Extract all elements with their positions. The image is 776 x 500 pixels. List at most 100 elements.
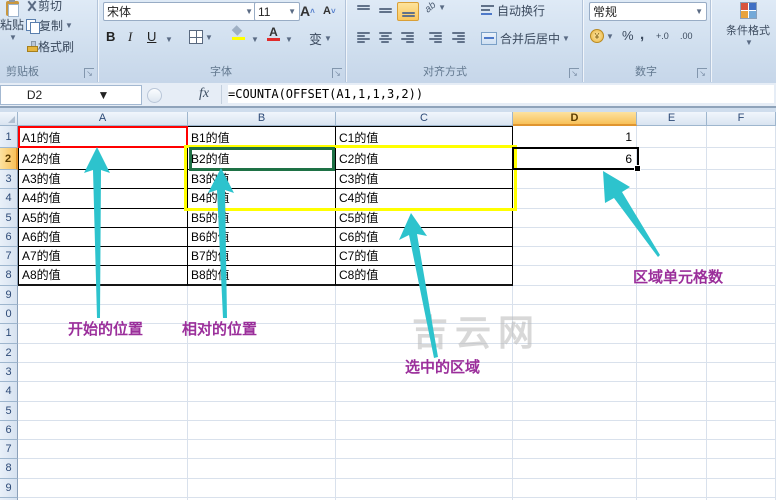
cell-f13[interactable] <box>707 362 776 383</box>
row-header-13[interactable]: 3 <box>0 362 18 383</box>
cell-a4[interactable]: A4的值 <box>18 189 188 209</box>
cell-f17[interactable] <box>707 440 776 460</box>
cell-e7[interactable] <box>637 247 707 267</box>
cell-f15[interactable] <box>707 401 776 421</box>
cell-f5[interactable] <box>707 208 776 228</box>
cell-c14[interactable] <box>336 382 513 402</box>
cell-c9[interactable] <box>336 285 513 306</box>
cell-a6[interactable]: A6的值 <box>18 227 188 248</box>
cell-d10[interactable] <box>513 305 637 325</box>
cell-b5[interactable]: B5的值 <box>188 208 336 228</box>
cell-c11[interactable] <box>336 324 513 344</box>
cell-c19[interactable] <box>336 478 513 499</box>
cell-e14[interactable] <box>637 382 707 402</box>
dialog-launcher-icon[interactable]: ↘ <box>569 68 579 78</box>
cell-f9[interactable] <box>707 285 776 306</box>
cell-b4[interactable]: B4的值 <box>188 189 336 209</box>
italic-button[interactable]: I <box>128 29 132 45</box>
align-middle-button[interactable] <box>375 2 395 19</box>
cell-a11[interactable] <box>18 324 188 344</box>
format-painter-button[interactable]: 格式刷 <box>26 38 74 55</box>
cell-c3[interactable]: C3的值 <box>336 170 513 190</box>
align-left-button[interactable] <box>353 29 373 46</box>
shrink-font-button[interactable]: A ˅ <box>323 5 336 17</box>
cell-b13[interactable] <box>188 362 336 383</box>
borders-button[interactable]: ▼ <box>189 30 213 44</box>
bold-button[interactable]: B <box>106 29 115 44</box>
cell-c1[interactable]: C1的值 <box>336 126 513 148</box>
cell-d5[interactable] <box>513 208 637 228</box>
dialog-launcher-icon[interactable]: ↘ <box>697 68 707 78</box>
merge-center-button[interactable]: 合并后居中 ▼ <box>481 30 570 47</box>
row-header-15[interactable]: 5 <box>0 401 18 421</box>
cell-f4[interactable] <box>707 189 776 209</box>
cell-e8[interactable] <box>637 266 707 286</box>
fill-color-button[interactable] <box>231 25 245 40</box>
font-name-combo[interactable]: 宋体 ▼ <box>103 2 257 21</box>
row-header-17[interactable]: 7 <box>0 440 18 460</box>
cell-a17[interactable] <box>18 440 188 460</box>
row-header-18[interactable]: 8 <box>0 459 18 479</box>
conditional-formatting-button[interactable]: 条件格式 ▼ <box>720 2 776 47</box>
cell-d13[interactable] <box>513 362 637 383</box>
cell-c18[interactable] <box>336 459 513 479</box>
cell-b3[interactable]: B3的值 <box>188 170 336 190</box>
percent-style-button[interactable]: % <box>622 28 634 43</box>
cell-e13[interactable] <box>637 362 707 383</box>
cell-c7[interactable]: C7的值 <box>336 247 513 267</box>
cell-d6[interactable] <box>513 227 637 248</box>
cell-d8[interactable] <box>513 266 637 286</box>
font-size-combo[interactable]: 11 ▼ <box>254 2 300 21</box>
number-format-combo[interactable]: 常规 ▼ <box>589 2 707 21</box>
cell-d1[interactable]: 1 <box>513 126 637 148</box>
cell-c10[interactable] <box>336 305 513 325</box>
align-bottom-button[interactable] <box>397 2 419 21</box>
wrap-text-button[interactable]: 自动换行 <box>481 2 545 19</box>
cell-d2[interactable]: 6 <box>513 148 637 170</box>
cell-c8[interactable]: C8的值 <box>336 266 513 286</box>
paste-button[interactable]: 粘贴 ▼ <box>0 0 24 42</box>
cell-d4[interactable] <box>513 189 637 209</box>
cell-e17[interactable] <box>637 440 707 460</box>
row-header-2[interactable]: 2 <box>0 148 18 170</box>
cell-b10[interactable] <box>188 305 336 325</box>
cell-b9[interactable] <box>188 285 336 306</box>
cell-c4[interactable]: C4的值 <box>336 189 513 209</box>
cell-b7[interactable]: B7的值 <box>188 247 336 267</box>
cell-c2[interactable]: C2的值 <box>336 148 513 170</box>
row-header-14[interactable]: 4 <box>0 382 18 402</box>
cell-f2[interactable] <box>707 148 776 170</box>
row-header-4[interactable]: 4 <box>0 189 18 209</box>
cell-c12[interactable] <box>336 343 513 363</box>
cell-e12[interactable] <box>637 343 707 363</box>
cell-e9[interactable] <box>637 285 707 306</box>
row-header-11[interactable]: 1 <box>0 324 18 344</box>
cell-f7[interactable] <box>707 247 776 267</box>
cell-b2[interactable]: B2的值 <box>188 148 336 170</box>
cell-e5[interactable] <box>637 208 707 228</box>
cell-b8[interactable]: B8的值 <box>188 266 336 286</box>
decrease-indent-button[interactable] <box>425 29 445 46</box>
cell-a9[interactable] <box>18 285 188 306</box>
cell-f3[interactable] <box>707 170 776 190</box>
row-header-8[interactable]: 8 <box>0 266 18 286</box>
cell-a15[interactable] <box>18 401 188 421</box>
cell-c6[interactable]: C6的值 <box>336 227 513 248</box>
row-header-1[interactable]: 1 <box>0 126 18 148</box>
orientation-button[interactable]: ab ▼ <box>423 0 446 15</box>
cell-c17[interactable] <box>336 440 513 460</box>
phonetic-guide-button[interactable]: 变 ▼ <box>309 29 332 48</box>
cell-a12[interactable] <box>18 343 188 363</box>
row-header-7[interactable]: 7 <box>0 247 18 267</box>
cell-e15[interactable] <box>637 401 707 421</box>
cell-b14[interactable] <box>188 382 336 402</box>
cell-b1[interactable]: B1的值 <box>188 126 336 148</box>
cell-b18[interactable] <box>188 459 336 479</box>
cell-d3[interactable] <box>513 170 637 190</box>
cell-c5[interactable]: C5的值 <box>336 208 513 228</box>
cut-button[interactable]: 剪切 <box>26 0 62 14</box>
cell-a1[interactable]: A1的值 <box>18 126 188 148</box>
cell-f16[interactable] <box>707 420 776 441</box>
cell-d14[interactable] <box>513 382 637 402</box>
row-header-6[interactable]: 6 <box>0 227 18 248</box>
